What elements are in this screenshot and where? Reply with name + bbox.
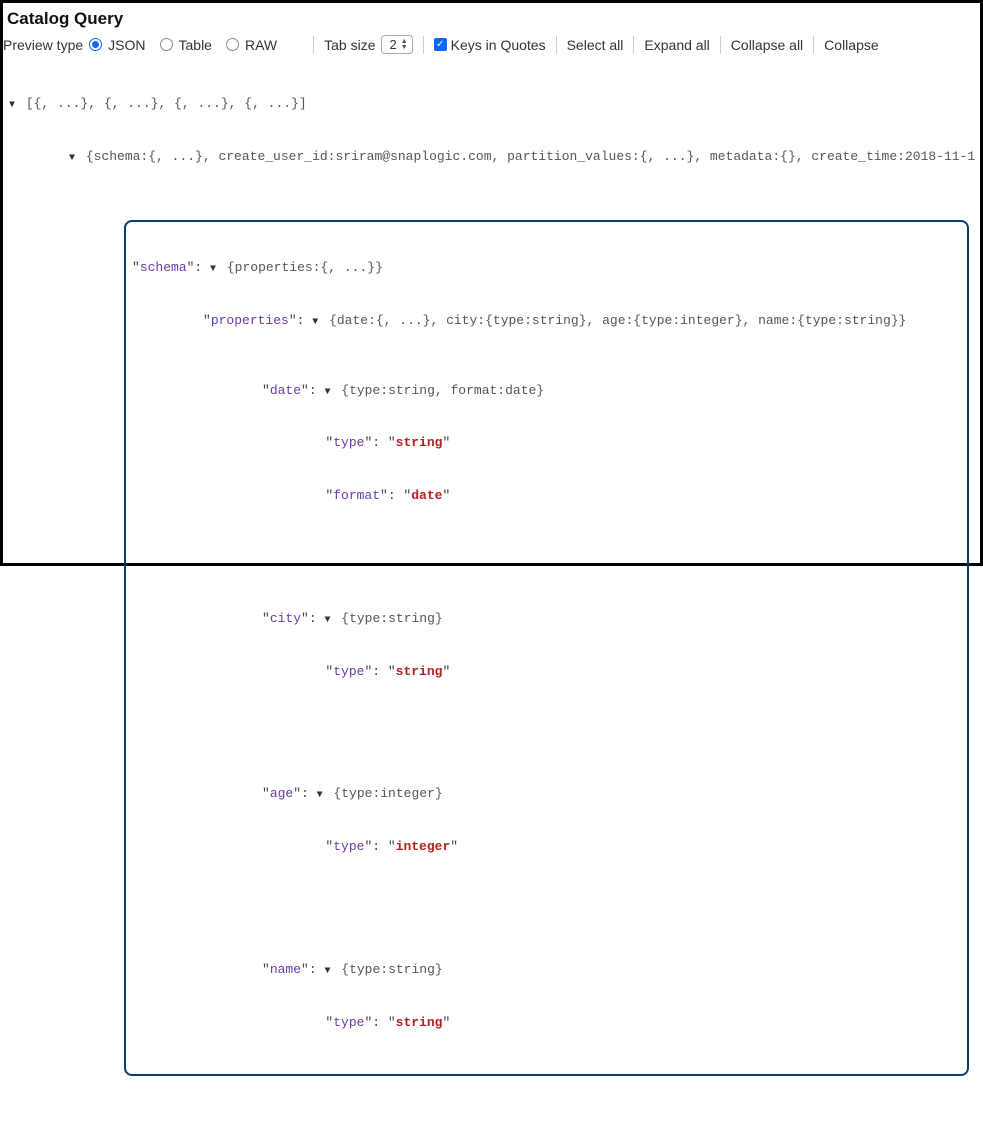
separator-icon (423, 36, 424, 54)
separator-icon (813, 36, 814, 54)
radio-raw-label[interactable]: RAW (245, 37, 277, 53)
json-key-age[interactable]: "age": {type:integer} (132, 785, 961, 803)
stepper-arrows-icon[interactable]: ▲▼ (401, 39, 408, 51)
expand-all-button[interactable]: Expand all (644, 37, 709, 53)
expand-toggle-icon[interactable] (69, 148, 75, 166)
preview-type-label: Preview type (3, 37, 83, 53)
separator-icon (720, 36, 721, 54)
separator-icon (633, 36, 634, 54)
select-all-button[interactable]: Select all (567, 37, 624, 53)
json-key-schema[interactable]: "schema": {properties:{, ...}} (132, 259, 961, 277)
tabsize-value: 2 (389, 37, 396, 52)
radio-raw[interactable] (226, 38, 239, 51)
json-key-date[interactable]: "date": {type:string, format:date} (132, 382, 961, 400)
keys-in-quotes-label[interactable]: Keys in Quotes (451, 37, 546, 53)
json-prop: "type": "string" (132, 663, 961, 681)
separator-icon (313, 36, 314, 54)
json-prop: "type": "integer" (132, 838, 961, 856)
json-prop: "type": "string" (132, 1014, 961, 1032)
expand-toggle-icon[interactable] (324, 961, 330, 979)
collapse-all-button[interactable]: Collapse all (731, 37, 803, 53)
page-title: Catalog Query (7, 9, 976, 29)
json-key-name[interactable]: "name": {type:string} (132, 961, 961, 979)
json-viewer: [{, ...}, {, ...}, {, ...}, {, ...}] {sc… (3, 60, 980, 1132)
tabsize-stepper[interactable]: 2 ▲▼ (381, 35, 412, 54)
separator-icon (556, 36, 557, 54)
expand-toggle-icon[interactable] (312, 312, 318, 330)
json-key-properties[interactable]: "properties": {date:{, ...}, city:{type:… (132, 312, 961, 330)
radio-table[interactable] (160, 38, 173, 51)
expand-toggle-icon[interactable] (324, 382, 330, 400)
collapse-button[interactable]: Collapse (824, 37, 878, 53)
json-prop: "format": "date" (132, 487, 961, 505)
tabsize-label: Tab size (324, 37, 375, 53)
json-key-city[interactable]: "city": {type:string} (132, 610, 961, 628)
radio-json-label[interactable]: JSON (108, 37, 145, 53)
expand-toggle-icon[interactable] (210, 259, 216, 277)
json-root-array[interactable]: [{, ...}, {, ...}, {, ...}, {, ...}] (9, 95, 974, 113)
expand-toggle-icon[interactable] (317, 785, 323, 803)
expand-toggle-icon[interactable] (9, 95, 15, 113)
keys-in-quotes-checkbox[interactable]: ✓ (434, 38, 447, 51)
json-object[interactable]: {schema:{, ...}, create_user_id:sriram@s… (9, 148, 974, 166)
radio-table-label[interactable]: Table (179, 37, 212, 53)
toolbar: Preview type JSON Table RAW Tab size 2 ▲… (3, 33, 980, 60)
json-prop: "type": "string" (132, 434, 961, 452)
radio-json[interactable] (89, 38, 102, 51)
expand-toggle-icon[interactable] (324, 610, 330, 628)
schema-highlight-box: "schema": {properties:{, ...}} "properti… (124, 220, 969, 1076)
preview-type-radio-group: JSON Table RAW (89, 37, 287, 53)
